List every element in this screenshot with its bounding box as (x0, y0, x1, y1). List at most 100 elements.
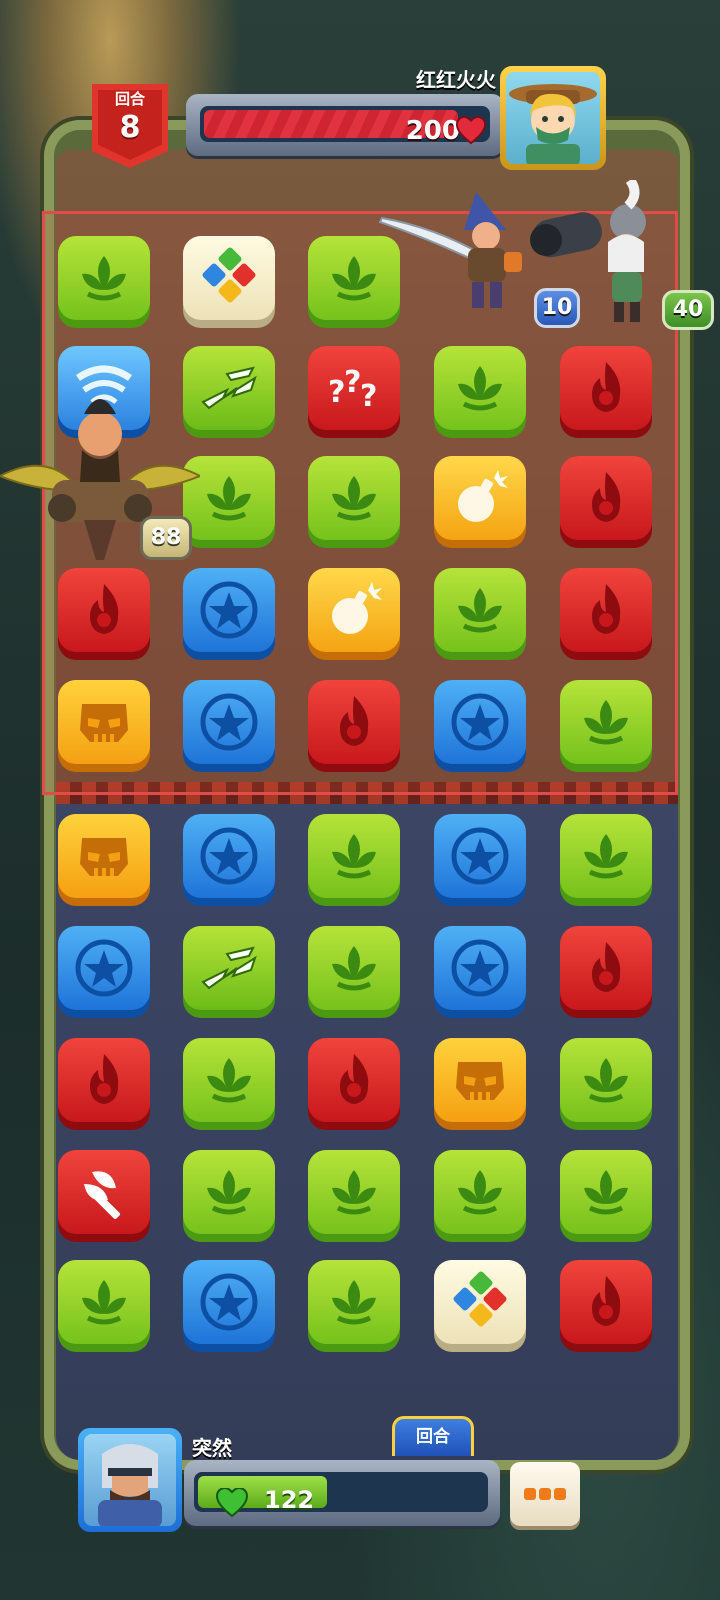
leaf-icon (332, 946, 376, 991)
fire-tile[interactable] (560, 1260, 652, 1352)
leaf-tile[interactable] (560, 680, 652, 772)
skull-tile[interactable] (434, 1038, 526, 1130)
player-avatar[interactable] (78, 1428, 182, 1532)
leaf-tile[interactable] (308, 456, 400, 548)
knight-icon (98, 1444, 162, 1526)
leaf-tile[interactable] (183, 1038, 275, 1130)
heart-icon (216, 1488, 248, 1518)
leaf-tile[interactable] (560, 1038, 652, 1130)
star-icon (451, 827, 509, 885)
skull-tile[interactable] (58, 680, 150, 772)
star-tile[interactable] (183, 680, 275, 772)
fire-tile[interactable] (560, 568, 652, 660)
leaf-tile[interactable] (183, 1150, 275, 1242)
leaf-icon (584, 1170, 628, 1215)
leaf-icon (207, 1170, 251, 1215)
opponent-hp-bar: 200 (186, 94, 504, 156)
skull-icon (80, 704, 128, 742)
player-hp-track: 122 (194, 1472, 488, 1518)
star-icon (200, 581, 258, 639)
archer-girl-icon (509, 84, 597, 164)
leaf-icon (82, 256, 126, 301)
leaf-icon (332, 834, 376, 879)
leaf-tile[interactable] (434, 568, 526, 660)
leaf-tile[interactable] (560, 1150, 652, 1242)
turn-indicator-tab: 回合 (392, 1416, 474, 1456)
star-tile[interactable] (434, 926, 526, 1018)
leaf-tile[interactable] (434, 1150, 526, 1242)
more-options-button[interactable] (510, 1462, 580, 1526)
fire-icon (340, 1054, 369, 1104)
ellipsis-icon (554, 1488, 566, 1500)
round-number: 8 (119, 110, 141, 145)
skull-icon (456, 1062, 504, 1100)
mystery-tile[interactable]: ??? (308, 346, 400, 438)
star-icon (451, 693, 509, 751)
leaf-icon (332, 256, 376, 301)
player-hero-value: 88 (140, 516, 192, 560)
leaf-icon (458, 588, 502, 633)
skull-tile[interactable] (58, 814, 150, 906)
fire-tile[interactable] (308, 680, 400, 772)
star-icon (200, 693, 258, 751)
fire-icon (90, 584, 119, 634)
star-tile[interactable] (434, 814, 526, 906)
rainbow-tile[interactable] (183, 236, 275, 328)
fire-icon (592, 1276, 621, 1326)
leaf-tile[interactable] (58, 236, 150, 328)
ellipsis-icon (524, 1488, 536, 1500)
enemy-swordsman[interactable] (378, 186, 538, 316)
fire-icon (592, 472, 621, 522)
leaf-tile[interactable] (308, 1150, 400, 1242)
swordsman-icon (378, 192, 522, 308)
bolt-icon (201, 366, 257, 410)
leaf-icon (332, 1170, 376, 1215)
star-tile[interactable] (183, 1260, 275, 1352)
axe-icon (84, 1171, 121, 1220)
leaf-icon (82, 1280, 126, 1325)
rainbow-tile[interactable] (434, 1260, 526, 1352)
leaf-icon (207, 1058, 251, 1103)
leaf-icon (584, 1058, 628, 1103)
fire-icon (340, 696, 369, 746)
enemy-cannoneer[interactable] (530, 177, 670, 330)
fire-tile[interactable] (560, 456, 652, 548)
player-name: 突然 (192, 1436, 232, 1460)
bolt-tile[interactable] (183, 926, 275, 1018)
fire-tile[interactable] (58, 568, 150, 660)
axe-tile[interactable] (58, 1150, 150, 1242)
round-label: 回合 (114, 90, 145, 108)
leaf-tile[interactable] (308, 1260, 400, 1352)
star-icon (200, 827, 258, 885)
opponent-name: 红红火火 (416, 68, 496, 92)
leaf-tile[interactable] (560, 814, 652, 906)
leaf-icon (332, 476, 376, 521)
fire-tile[interactable] (560, 346, 652, 438)
star-tile[interactable] (183, 568, 275, 660)
skull-icon (80, 838, 128, 876)
fire-icon (90, 1054, 119, 1104)
leaf-icon (584, 700, 628, 745)
leaf-tile[interactable] (58, 1260, 150, 1352)
leaf-tile[interactable] (434, 346, 526, 438)
opponent-portrait (506, 72, 600, 164)
fire-icon (592, 942, 621, 992)
heart-icon (456, 116, 486, 145)
leaf-tile[interactable] (308, 814, 400, 906)
opponent-avatar[interactable] (500, 66, 606, 170)
bomb-tile[interactable] (434, 456, 526, 548)
leaf-icon (458, 1170, 502, 1215)
fire-tile[interactable] (560, 926, 652, 1018)
fire-tile[interactable] (58, 1038, 150, 1130)
bomb-tile[interactable] (308, 568, 400, 660)
leaf-tile[interactable] (308, 926, 400, 1018)
svg-text:?: ? (344, 365, 361, 400)
star-icon (200, 1273, 258, 1331)
player-hp-value: 122 (264, 1486, 315, 1514)
bolt-icon (201, 946, 257, 990)
star-tile[interactable] (58, 926, 150, 1018)
star-tile[interactable] (183, 814, 275, 906)
star-tile[interactable] (434, 680, 526, 772)
star-icon (75, 939, 133, 997)
fire-tile[interactable] (308, 1038, 400, 1130)
